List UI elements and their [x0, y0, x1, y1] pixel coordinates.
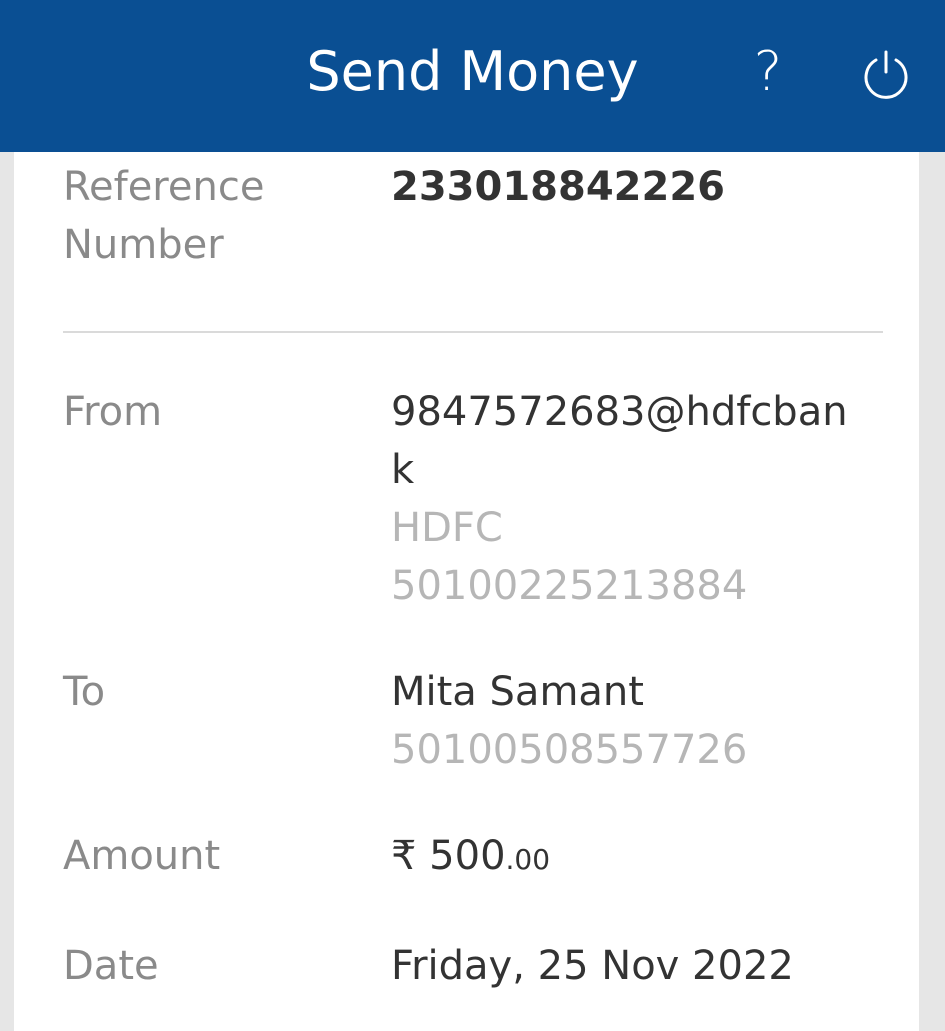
reference-label: Reference Number	[63, 158, 264, 274]
help-button[interactable]: ?	[748, 40, 788, 104]
amount-value: ₹ 500.00	[391, 827, 891, 889]
from-bank: HDFC	[391, 505, 503, 551]
from-vpa-line2: k	[391, 447, 415, 493]
reference-label-line1: Reference	[63, 164, 265, 210]
to-account: 50100508557726	[391, 727, 748, 773]
amount-label: Amount	[63, 833, 221, 879]
date-value: Friday, 25 Nov 2022	[391, 943, 794, 989]
from-label: From	[63, 389, 163, 435]
reference-label-line2: Number	[63, 222, 224, 268]
amount-whole: 500	[429, 833, 506, 879]
date-label: Date	[63, 943, 159, 989]
transaction-details-card: Reference Number 233018842226 From 98475…	[14, 152, 919, 1031]
divider	[63, 331, 883, 333]
to-label: To	[63, 669, 106, 715]
page-title: Send Money	[306, 40, 639, 103]
app-header: Send Money ?	[0, 0, 945, 152]
reference-number: 233018842226	[391, 164, 725, 210]
power-icon[interactable]	[858, 46, 914, 102]
currency-symbol: ₹	[391, 833, 417, 879]
from-vpa: 9847572683@hdfcban k	[391, 383, 891, 499]
amount-decimal: .00	[505, 843, 551, 876]
to-name: Mita Samant	[391, 669, 644, 715]
from-vpa-line1: 9847572683@hdfcban	[391, 389, 848, 435]
from-account: 50100225213884	[391, 563, 748, 609]
